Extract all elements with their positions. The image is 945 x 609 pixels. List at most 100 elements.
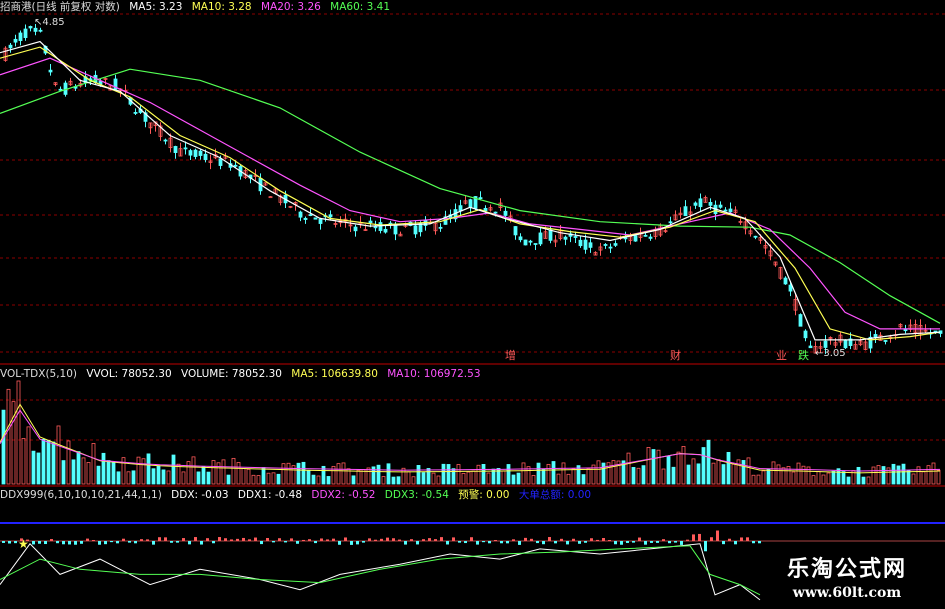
volume-bar <box>596 460 601 485</box>
candle-body <box>573 236 578 238</box>
volume-bar <box>416 465 421 485</box>
ddx-bar <box>398 539 401 541</box>
volume-bar <box>126 471 131 485</box>
ddx-bar <box>512 539 515 541</box>
ddx-bar <box>296 541 299 544</box>
candle-body <box>693 202 698 206</box>
ddx-bar <box>578 541 581 544</box>
candle-body <box>563 236 568 240</box>
ddx-bar <box>86 538 89 541</box>
ddx-bar <box>98 541 101 545</box>
volume-bar <box>821 474 826 485</box>
ddx-bar <box>560 538 563 541</box>
ddx-bar <box>422 539 425 541</box>
volume-bar <box>801 465 806 485</box>
volume-bar <box>891 463 896 485</box>
ddx-bar <box>308 539 311 541</box>
volume-bar <box>21 438 26 485</box>
ddx-bar <box>326 539 329 541</box>
volume-bar <box>121 457 126 485</box>
stock-chart-svg[interactable]: ↖4.85 ←3.05 增 财 业跌 ★ <box>0 0 945 609</box>
candle-body <box>8 44 13 49</box>
ddx-bar <box>716 530 719 541</box>
volume-bar <box>431 472 436 485</box>
volume-bar <box>426 468 431 485</box>
volume-bar <box>386 463 391 485</box>
ddx-bar <box>182 538 185 541</box>
ddx-bar <box>152 541 155 545</box>
volume-bar <box>711 462 716 485</box>
volume-bar <box>626 452 631 485</box>
ddx-bar <box>674 541 677 543</box>
volume-bar <box>826 472 831 485</box>
volume-bar <box>226 474 231 485</box>
volume-bar <box>811 475 816 485</box>
volume-bar <box>81 457 86 485</box>
candle-body <box>318 218 323 224</box>
ddx-bar <box>158 537 161 541</box>
volume-bar <box>71 459 76 485</box>
volume-bar <box>516 472 521 485</box>
volume-bar <box>681 446 686 485</box>
volume-bar <box>36 452 41 485</box>
volume-bar <box>581 474 586 485</box>
candle-body <box>578 239 583 247</box>
candle-body <box>613 243 618 246</box>
candle-body <box>268 196 273 199</box>
ddx-bar <box>722 541 725 545</box>
volume-bar <box>726 451 731 485</box>
ddx-bar <box>236 538 239 541</box>
ddx-bar <box>194 537 197 541</box>
volume-bar <box>796 462 801 485</box>
volume-ma5-line <box>0 403 941 474</box>
candle-body <box>683 206 688 217</box>
volume-bar <box>441 463 446 485</box>
volume-bar <box>771 461 776 485</box>
candle-body <box>298 211 303 218</box>
ddx-bar <box>488 541 491 544</box>
ddx-line-green <box>0 545 761 596</box>
event-marker: 增 <box>505 348 516 362</box>
ddx-bar <box>476 541 479 545</box>
ddx-bar <box>374 539 377 541</box>
candle-body <box>808 345 813 349</box>
ddx-bar <box>362 541 365 543</box>
candle-body <box>133 112 138 114</box>
ddx-bar <box>248 539 251 541</box>
volume-bar <box>161 469 166 485</box>
volume-bar <box>6 388 11 485</box>
high-price-label: ↖4.85 <box>34 17 65 28</box>
volume-bar <box>701 447 706 485</box>
ddx-bar <box>620 541 623 545</box>
ddx-bar <box>518 541 521 545</box>
volume-bar <box>181 471 186 485</box>
volume-bar <box>131 470 136 485</box>
ddx-bar <box>404 541 407 545</box>
ddx-bar <box>134 541 137 544</box>
ma5-line <box>0 40 941 341</box>
candle-body <box>643 234 648 237</box>
ddx-bar <box>554 541 557 544</box>
volume-bar <box>446 464 451 485</box>
volume-bar <box>451 468 456 485</box>
volume-bar <box>206 471 211 485</box>
candle-body <box>23 28 28 38</box>
ddx-bar <box>458 541 461 543</box>
volume-bar <box>116 471 121 485</box>
volume-bar <box>261 467 266 485</box>
candle-body <box>883 340 888 342</box>
candle-body <box>303 217 308 220</box>
ddx-bar <box>710 537 713 541</box>
volume-bar <box>26 426 31 485</box>
ddx-bar <box>254 537 257 541</box>
candle-body <box>28 26 33 29</box>
ddx-bar <box>470 537 473 541</box>
ddx-bar <box>314 541 317 544</box>
volume-bar <box>731 463 736 485</box>
volume-bar <box>906 470 911 485</box>
ddx-bar <box>548 537 551 541</box>
candle-body <box>493 211 498 214</box>
volume-bar <box>341 462 346 485</box>
candle-body <box>328 214 333 218</box>
ddx-bar <box>128 541 131 543</box>
